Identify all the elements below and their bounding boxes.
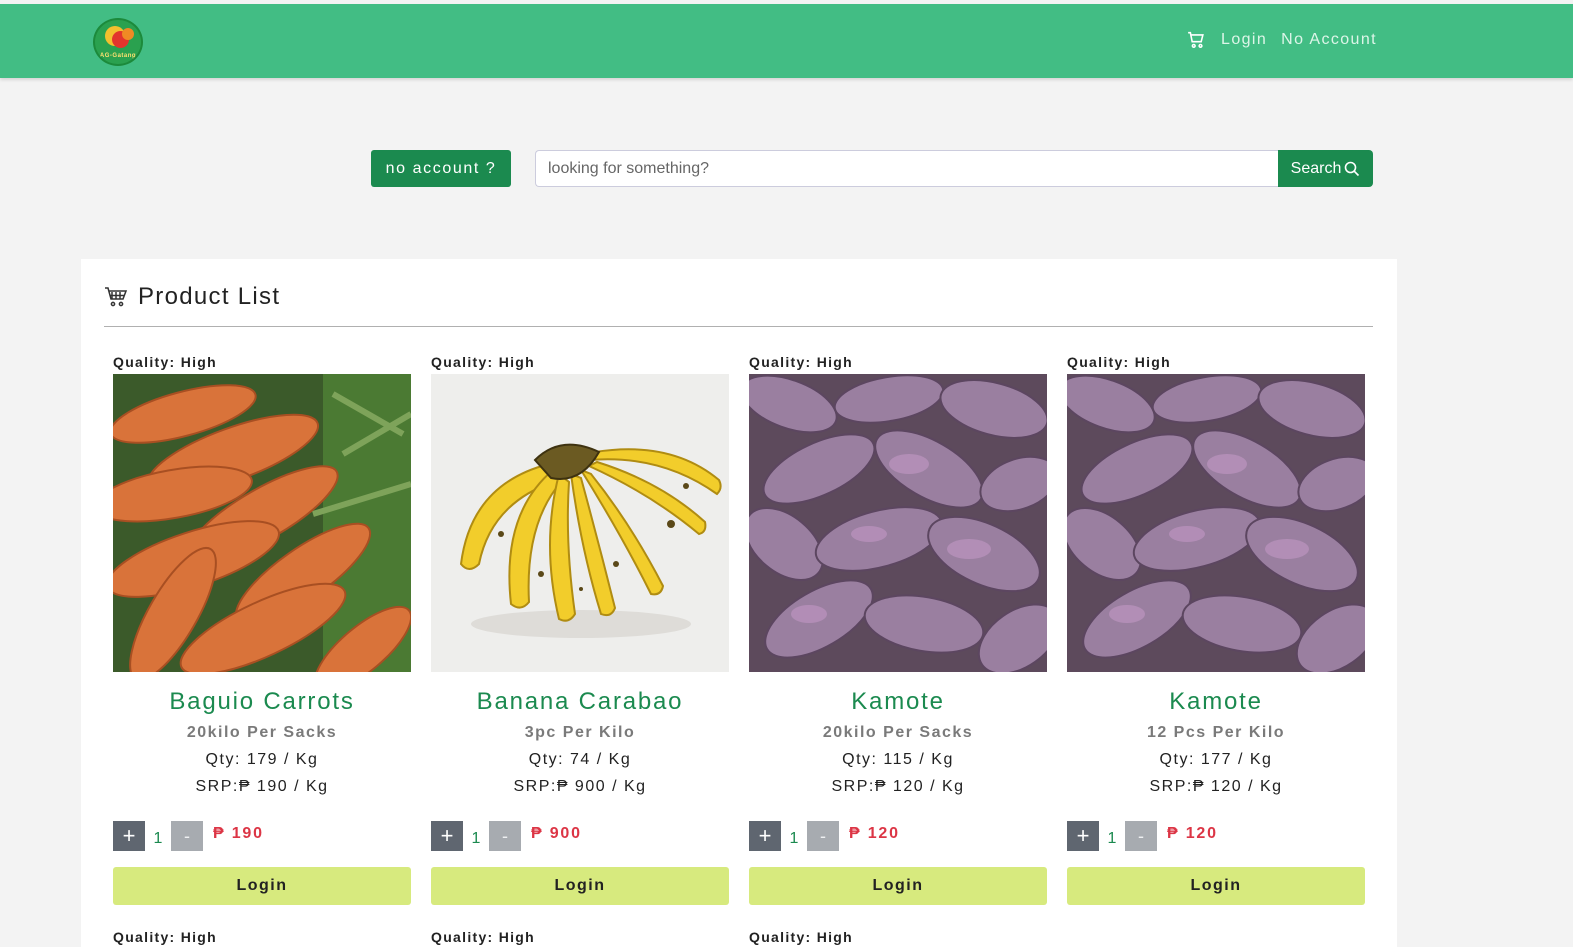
plus-button[interactable]: + bbox=[113, 821, 145, 851]
divider bbox=[104, 326, 1373, 327]
page-title: Product List bbox=[138, 283, 281, 310]
product-srp: SRP:₱ 900 / Kg bbox=[513, 778, 647, 795]
quality-label: Quality: High bbox=[749, 354, 854, 370]
product-image-sweet-potatoes[interactable] bbox=[749, 374, 1047, 672]
product-unit: 20kilo Per Sacks bbox=[822, 724, 974, 741]
product-qty: Qty: 115 / Kg bbox=[842, 751, 954, 768]
price-total: ₱ 120 bbox=[849, 824, 900, 842]
product-card: Quality: High Baguio Carrots 20kilo Per … bbox=[113, 354, 411, 905]
login-button[interactable]: Login bbox=[113, 867, 411, 905]
cart-icon[interactable] bbox=[1187, 30, 1207, 50]
product-image-carrots[interactable] bbox=[113, 374, 411, 672]
quantity-stepper: + 1 - ₱ 190 bbox=[113, 820, 264, 852]
quantity-value: 1 bbox=[471, 830, 481, 847]
quantity-value: 1 bbox=[1107, 830, 1117, 847]
minus-button[interactable]: - bbox=[171, 821, 203, 851]
product-name[interactable]: Baguio Carrots bbox=[113, 688, 411, 716]
nav-links: Login No Account bbox=[1187, 30, 1377, 50]
product-unit: 3pc Per Kilo bbox=[524, 724, 636, 741]
product-qty: Qty: 179 / Kg bbox=[205, 751, 319, 768]
product-qty: Qty: 177 / Kg bbox=[1159, 751, 1273, 768]
logo-text: AG-Gatang bbox=[99, 53, 137, 59]
price-total: ₱ 120 bbox=[1167, 824, 1218, 842]
login-button[interactable]: Login bbox=[431, 867, 729, 905]
logo-fruit bbox=[122, 28, 134, 40]
search-input[interactable] bbox=[535, 150, 1280, 187]
quality-label: Quality: High bbox=[431, 354, 536, 370]
no-account-button[interactable]: no account ? bbox=[371, 150, 511, 187]
quantity-value: 1 bbox=[153, 830, 163, 847]
product-srp: SRP:₱ 190 / Kg bbox=[195, 778, 329, 795]
minus-button[interactable]: - bbox=[807, 821, 839, 851]
quality-label: Quality: High bbox=[749, 929, 854, 945]
quality-label: Quality: High bbox=[1067, 354, 1172, 370]
minus-button[interactable]: - bbox=[1125, 821, 1157, 851]
product-list-header: Product List bbox=[104, 283, 280, 311]
navbar: AG-Gatang Login No Account bbox=[0, 4, 1573, 78]
plus-button[interactable]: + bbox=[1067, 821, 1099, 851]
login-button[interactable]: Login bbox=[749, 867, 1047, 905]
product-name[interactable]: Kamote bbox=[749, 688, 1047, 716]
price-total: ₱ 900 bbox=[531, 824, 582, 842]
product-unit: 20kilo Per Sacks bbox=[186, 724, 338, 741]
product-card: Quality: High bbox=[431, 354, 729, 905]
brand-logo[interactable]: AG-Gatang bbox=[93, 18, 143, 66]
product-srp: SRP:₱ 120 / Kg bbox=[1149, 778, 1283, 795]
price-total: ₱ 190 bbox=[213, 824, 264, 842]
quantity-value: 1 bbox=[789, 830, 799, 847]
login-button[interactable]: Login bbox=[1067, 867, 1365, 905]
product-unit: 12 Pcs Per Kilo bbox=[1146, 724, 1286, 741]
search-icon bbox=[1345, 161, 1360, 176]
product-qty: Qty: 74 / Kg bbox=[528, 751, 632, 768]
quality-label: Quality: High bbox=[113, 354, 218, 370]
product-list-panel: Product List Quality: High Baguio Carrot… bbox=[81, 259, 1397, 947]
product-srp: SRP:₱ 120 / Kg bbox=[831, 778, 965, 795]
product-image-bananas[interactable] bbox=[431, 374, 729, 672]
plus-button[interactable]: + bbox=[749, 821, 781, 851]
nav-no-account-link[interactable]: No Account bbox=[1281, 31, 1377, 49]
plus-button[interactable]: + bbox=[431, 821, 463, 851]
product-card: Quality: High bbox=[749, 354, 1047, 905]
search-button[interactable]: Search bbox=[1278, 150, 1373, 187]
minus-button[interactable]: - bbox=[489, 821, 521, 851]
shopping-cart-icon bbox=[105, 287, 128, 307]
quantity-stepper: + 1 - ₱ 120 bbox=[749, 820, 900, 852]
search-button-label: Search bbox=[1290, 159, 1342, 177]
product-name[interactable]: Banana Carabao bbox=[431, 688, 729, 716]
product-image-sweet-potatoes[interactable] bbox=[1067, 374, 1365, 672]
quantity-stepper: + 1 - ₱ 120 bbox=[1067, 820, 1218, 852]
quality-label: Quality: High bbox=[431, 929, 536, 945]
quantity-stepper: + 1 - ₱ 900 bbox=[431, 820, 582, 852]
nav-login-link[interactable]: Login bbox=[1221, 31, 1267, 49]
product-card: Quality: High bbox=[1067, 354, 1365, 905]
product-name[interactable]: Kamote bbox=[1067, 688, 1365, 716]
quality-label: Quality: High bbox=[113, 929, 218, 945]
